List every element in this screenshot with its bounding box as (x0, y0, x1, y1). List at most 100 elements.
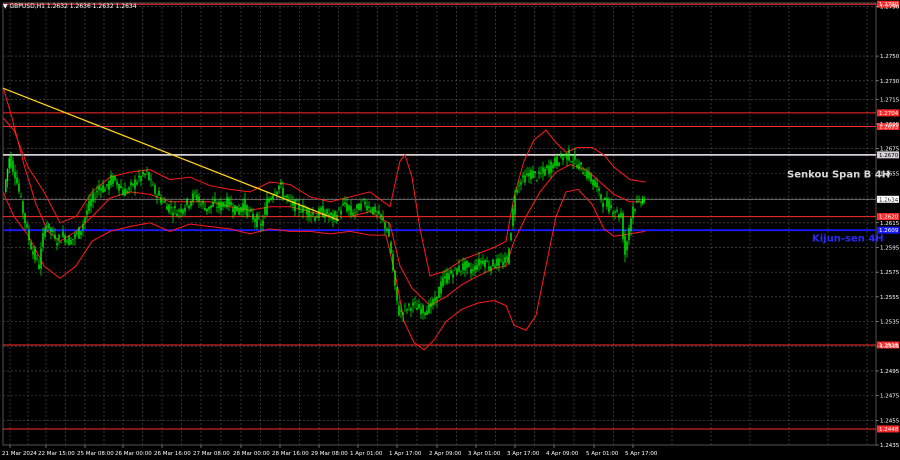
candle-body (472, 269, 474, 272)
candle-body (294, 199, 296, 212)
candle-body (518, 185, 520, 187)
candle-body (464, 261, 466, 271)
candle-body (128, 187, 130, 190)
candle-body (200, 204, 202, 206)
candle-body (122, 189, 124, 195)
candle-body (442, 277, 444, 287)
candle-body (36, 258, 38, 259)
candle-body (602, 203, 604, 208)
candle-body (344, 202, 346, 205)
candle-body (406, 309, 408, 311)
candle-body (138, 175, 140, 178)
candle-body (152, 184, 154, 186)
candle-body (340, 210, 342, 215)
candle-body (70, 239, 72, 245)
candle-body (310, 215, 312, 217)
candle-body (412, 302, 414, 306)
candle-body (380, 214, 382, 218)
candle-body (386, 228, 388, 231)
candle-body (18, 183, 20, 192)
candle-body (80, 231, 82, 235)
candle-body (10, 155, 12, 168)
candle-body (486, 260, 488, 262)
candle-body (224, 204, 226, 207)
candle-body (120, 185, 122, 189)
candle-body (68, 235, 70, 246)
candle-body (632, 206, 634, 219)
candle-body (480, 260, 482, 264)
candle-body (394, 270, 396, 286)
y-tick-label: 1.2675 (880, 147, 900, 153)
candle-body (420, 308, 422, 315)
candle-body (474, 265, 476, 271)
candle-body (276, 191, 278, 195)
candle-body (34, 248, 36, 260)
candle-body (348, 205, 350, 211)
candle-body (392, 253, 394, 271)
candle-body (266, 198, 268, 216)
y-tick-label: 1.2715 (880, 97, 900, 103)
candle-body (280, 181, 282, 185)
candle-body (12, 160, 14, 172)
candle-body (286, 195, 288, 198)
candle-body (28, 230, 30, 240)
candle-body (576, 164, 578, 168)
candle-body (506, 256, 508, 259)
candle-body (260, 224, 262, 226)
candle-body (378, 211, 380, 215)
candle-body (40, 248, 42, 269)
candle-body (116, 181, 118, 185)
candle-body (612, 212, 614, 215)
candle-body (44, 228, 46, 237)
candle-body (288, 196, 290, 198)
candle-body (22, 201, 24, 214)
candle-body (240, 207, 242, 212)
y-tick-label: 1.2790 (880, 5, 900, 11)
candle-body (642, 198, 644, 204)
candle-body (96, 191, 98, 193)
candle-body (284, 195, 286, 198)
candle-body (342, 203, 344, 206)
candle-body (256, 214, 258, 228)
candle-body (198, 196, 200, 202)
candle-body (214, 199, 216, 202)
candle-body (438, 287, 440, 299)
candle-body (530, 170, 532, 180)
candle-body (176, 213, 178, 217)
candle-body (414, 302, 416, 304)
candle-body (300, 211, 302, 213)
candle-body (226, 197, 228, 208)
candle-body (564, 153, 566, 156)
candle-body (638, 198, 640, 201)
x-tick-label: 25 Mar 08:00 (77, 451, 114, 457)
candle-body (643, 200, 645, 202)
candle-body (24, 213, 26, 224)
candle-body (64, 235, 66, 243)
candle-body (232, 208, 234, 213)
candle-body (148, 172, 150, 181)
candle-body (460, 270, 462, 272)
candle-body (98, 186, 100, 190)
candle-body (212, 202, 214, 207)
candle-body (358, 203, 360, 211)
candle-body (372, 207, 374, 214)
y-tick-label: 1.2615 (880, 221, 900, 227)
y-tick-label: 1.2635 (880, 196, 900, 202)
candle-body (476, 264, 478, 271)
candle-body (146, 170, 148, 172)
candle-body (210, 205, 212, 209)
candle-body (440, 281, 442, 294)
candle-body (130, 181, 132, 186)
candle-body (580, 161, 582, 165)
candle-body (126, 190, 128, 193)
candle-body (416, 307, 418, 311)
candle-body (88, 201, 90, 211)
candle-body (220, 201, 222, 211)
x-tick-label: 26 Mar 16:00 (154, 451, 191, 457)
candle-body (278, 185, 280, 190)
candle-body (182, 209, 184, 214)
candle-body (76, 232, 78, 234)
candle-body (404, 305, 406, 307)
candle-body (58, 235, 60, 240)
candle-body (308, 208, 310, 218)
